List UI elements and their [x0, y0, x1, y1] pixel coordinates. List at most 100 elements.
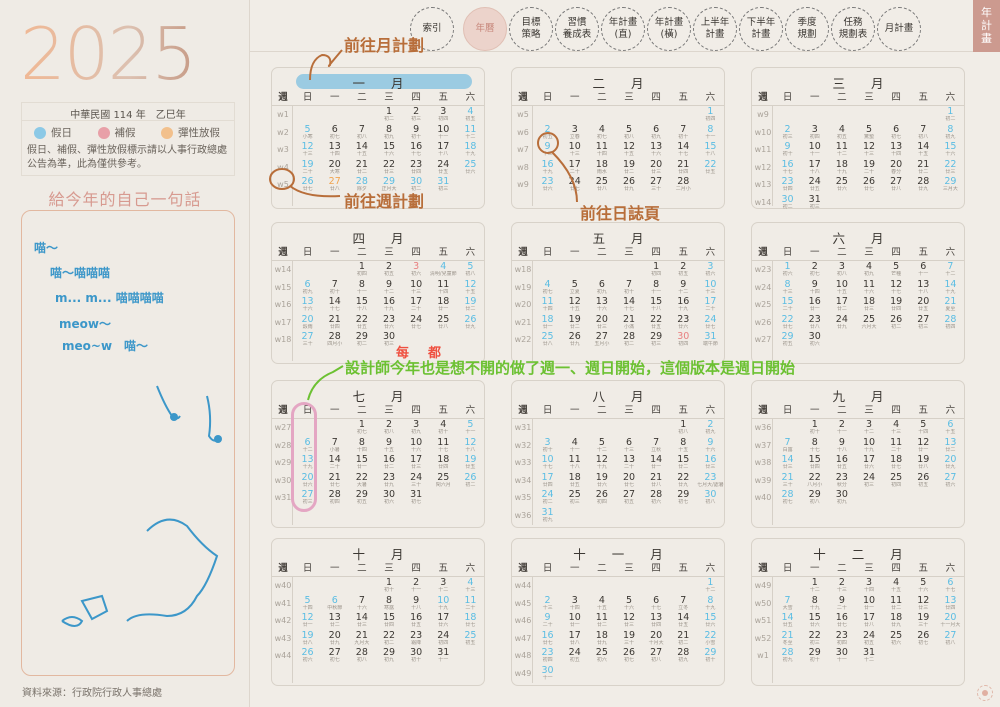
day-cell[interactable]: 28 初二 [615, 331, 642, 349]
day-cell[interactable]: 23 廿四 [774, 176, 801, 194]
day-cell[interactable]: 29 初十 [697, 647, 724, 665]
day-cell[interactable]: 28 初八 [348, 647, 375, 665]
day-cell[interactable]: 26 初二 [457, 472, 484, 490]
day-cell[interactable]: 21 廿四 [670, 159, 697, 177]
week-number-link[interactable]: w18 [272, 331, 294, 349]
month-6[interactable]: 六月週日一二三四五六 w23 1 初六 2 初七 3 初八 4 初九 5 芒種 6 十一 7 十二 w24 8 十三… [751, 222, 965, 364]
day-cell[interactable]: 16 廿七 [828, 612, 855, 630]
day-cell[interactable]: 3 立春 [561, 124, 588, 142]
day-cell[interactable]: 4 清明/兒童節 [430, 261, 457, 279]
week-number-link[interactable]: w7 [512, 141, 534, 159]
tab-habit-tracker[interactable]: 習慣 養成表 [555, 7, 599, 51]
day-cell[interactable]: 20 廿五 [910, 296, 937, 314]
day-cell[interactable]: 6 十一 [910, 261, 937, 279]
day-cell[interactable]: 6 初九 [294, 279, 321, 297]
week-number-link[interactable]: w44 [512, 577, 534, 595]
day-cell[interactable]: 11 廿二 [588, 612, 615, 630]
day-cell[interactable]: 18 廿七 [883, 454, 910, 472]
day-cell[interactable]: 5 驚蟄 [855, 124, 882, 142]
day-cell[interactable]: 13 十四 [321, 141, 348, 159]
day-cell[interactable]: 25 初六 [588, 647, 615, 665]
week-number-link[interactable]: w20 [512, 296, 534, 314]
day-cell[interactable]: 24 廿九 [828, 314, 855, 332]
week-number-link[interactable]: w4 [272, 159, 294, 177]
day-cell[interactable]: 22 廿三 [937, 159, 964, 177]
day-cell[interactable]: 13 廿四 [643, 612, 670, 630]
day-cell[interactable]: 27 初三 [910, 314, 937, 332]
day-cell[interactable]: 30 初九 [828, 489, 855, 507]
day-cell[interactable]: 13 十四 [883, 141, 910, 159]
week-number-link[interactable]: w14 [272, 261, 294, 279]
month-5[interactable]: 五月週日一二三四五六 w18 1 初四 2 初五 3 初六 w19 4 初七 5 立夏 6 初九 7 初十 8 十一… [511, 222, 725, 364]
day-cell[interactable]: 4 十五 [588, 595, 615, 613]
day-cell[interactable]: 11 十六 [855, 279, 882, 297]
day-cell[interactable]: 5 初八 [457, 261, 484, 279]
day-cell[interactable]: 22 廿七 [774, 314, 801, 332]
day-cell[interactable]: 11 二十 [457, 595, 484, 613]
day-cell[interactable]: 11 十七 [430, 437, 457, 455]
day-cell[interactable]: 12 廿一 [910, 437, 937, 455]
day-cell[interactable]: 28 初四 [937, 314, 964, 332]
day-cell[interactable]: 25 廿八 [588, 176, 615, 194]
day-cell[interactable]: 7 初十 [670, 124, 697, 142]
day-cell[interactable]: 4 初九 [855, 261, 882, 279]
day-cell[interactable]: 8 寒露 [375, 595, 402, 613]
day-cell[interactable]: 3 十二 [430, 577, 457, 595]
day-cell[interactable]: 16 廿五 [828, 454, 855, 472]
day-cell[interactable]: 9 十四 [801, 279, 828, 297]
day-cell[interactable]: 24 初二 [534, 489, 561, 507]
week-number-link[interactable]: w3 [272, 141, 294, 159]
week-number-link[interactable]: w42 [272, 612, 294, 630]
day-cell[interactable]: 3 初六 [403, 261, 430, 279]
day-cell[interactable]: 16 十九 [375, 296, 402, 314]
day-cell[interactable]: 23 秋分 [828, 472, 855, 490]
week-number-link[interactable]: w8 [512, 159, 534, 177]
day-cell[interactable]: 2 十三 [534, 595, 561, 613]
week-number-link[interactable]: w1 [752, 647, 774, 665]
day-cell[interactable]: 16 廿一 [801, 296, 828, 314]
day-cell[interactable]: 11 二十 [883, 437, 910, 455]
day-cell[interactable]: 6 初七 [321, 124, 348, 142]
day-cell[interactable]: 29 初三 [643, 331, 670, 349]
day-cell[interactable]: 18 廿一 [430, 296, 457, 314]
day-cell[interactable]: 15 廿六 [801, 612, 828, 630]
day-cell[interactable]: 3 初四 [430, 106, 457, 124]
day-cell[interactable]: 8 十九 [697, 595, 724, 613]
week-number-link[interactable]: w9 [512, 176, 534, 194]
day-cell[interactable]: 14 二十 [321, 454, 348, 472]
week-number-link[interactable]: w23 [752, 261, 774, 279]
day-cell[interactable]: 16 十七 [403, 141, 430, 159]
week-number-link[interactable]: w48 [512, 647, 534, 665]
day-cell[interactable]: 13 十六 [643, 141, 670, 159]
day-cell[interactable]: 7 初八 [348, 124, 375, 142]
day-cell[interactable]: 23 廿六 [670, 314, 697, 332]
day-cell[interactable]: 19 廿五 [457, 454, 484, 472]
day-cell[interactable]: 29 初七 [670, 489, 697, 507]
day-cell[interactable]: 19 廿二 [561, 314, 588, 332]
day-cell[interactable]: 2 初八 [375, 419, 402, 437]
day-cell[interactable]: 10 十九 [855, 437, 882, 455]
day-cell[interactable]: 4 初七 [534, 279, 561, 297]
day-cell[interactable]: 19 二十 [294, 159, 321, 177]
week-number-link[interactable]: w31 [512, 419, 534, 437]
week-number-link[interactable]: w18 [512, 261, 534, 279]
day-cell[interactable]: 9 十五 [375, 437, 402, 455]
day-cell[interactable]: 18 雨水 [588, 159, 615, 177]
day-cell[interactable]: 11 十四 [534, 296, 561, 314]
day-cell[interactable]: 27 初五 [615, 489, 642, 507]
day-cell[interactable]: 30 初十 [403, 647, 430, 665]
day-cell[interactable]: 28 初四 [321, 489, 348, 507]
day-cell[interactable]: 23 霜降 [403, 630, 430, 648]
day-cell[interactable]: 15 廿四 [801, 454, 828, 472]
day-cell[interactable]: 20 廿三 [643, 159, 670, 177]
day-cell[interactable]: 21 廿二 [910, 159, 937, 177]
day-cell[interactable]: 2 十一 [403, 577, 430, 595]
day-cell[interactable]: 20 廿三 [588, 314, 615, 332]
day-cell[interactable]: 24 初五 [855, 630, 882, 648]
day-cell[interactable]: 28 初九 [774, 647, 801, 665]
day-cell[interactable]: 28 四月小 [321, 331, 348, 349]
week-number-link[interactable]: w39 [752, 472, 774, 490]
week-number-link[interactable]: w50 [752, 595, 774, 613]
day-cell[interactable]: 21 廿八 [643, 472, 670, 490]
day-cell[interactable]: 31 初七 [403, 489, 430, 507]
